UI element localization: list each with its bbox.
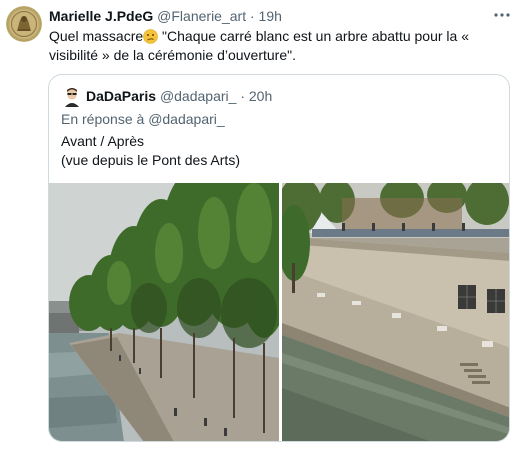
quoted-text-line-1: Avant / Après	[61, 133, 145, 149]
quoted-tweet-time[interactable]: 20h	[249, 88, 272, 104]
tweet-time[interactable]: 19h	[259, 8, 282, 24]
tweet[interactable]: Marielle J.PdeG @Flanerie_art · 19h Quel…	[0, 0, 516, 449]
quoted-author-handle[interactable]: @dadapari_	[160, 88, 237, 104]
tweet-header: Marielle J.PdeG @Flanerie_art · 19h	[49, 7, 282, 25]
quoted-author-avatar[interactable]	[63, 87, 81, 107]
reply-mention[interactable]: @dadapari_	[148, 111, 225, 127]
after-photo[interactable]	[282, 183, 509, 441]
quoted-tweet[interactable]: DaDaParis @dadapari_ · 20h En réponse à …	[48, 74, 510, 442]
more-options-icon[interactable]	[492, 6, 512, 24]
quoted-text-line-2: (vue depuis le Pont des Arts)	[61, 152, 240, 168]
author-handle[interactable]: @Flanerie_art	[157, 8, 246, 24]
reply-context: En réponse à @dadapari_	[61, 110, 225, 128]
reply-prefix: En réponse à	[61, 111, 145, 127]
quoted-author-name[interactable]: DaDaParis	[86, 88, 156, 104]
quoted-header-separator: ·	[240, 88, 245, 104]
author-name[interactable]: Marielle J.PdeG	[49, 8, 153, 24]
tweet-text-before-emoji: Quel massacre	[49, 28, 144, 44]
confused-face-emoji-icon	[143, 29, 158, 44]
tweet-text: Quel massacre "Chaque carré blanc est un…	[49, 27, 504, 65]
quoted-tweet-text: Avant / Après (vue depuis le Pont des Ar…	[61, 132, 240, 170]
quoted-tweet-header: DaDaParis @dadapari_ · 20h	[86, 87, 272, 105]
author-avatar[interactable]	[6, 6, 42, 42]
before-photo[interactable]	[49, 183, 279, 441]
header-separator: ·	[249, 8, 255, 24]
